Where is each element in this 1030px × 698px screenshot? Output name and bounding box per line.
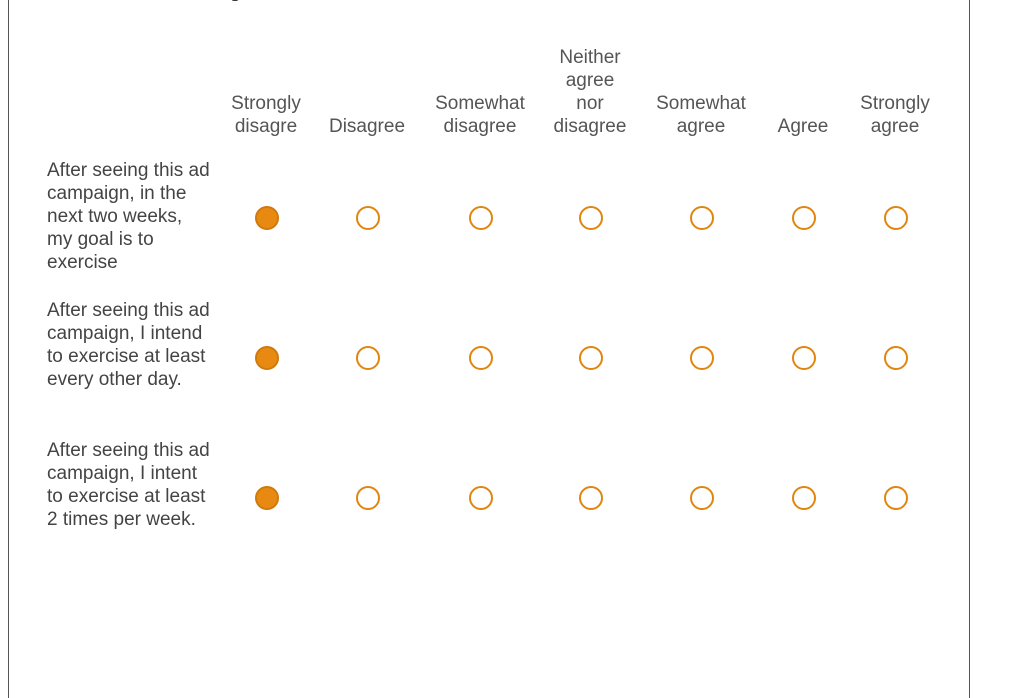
radio-disagree[interactable] (356, 346, 380, 370)
col-header-strongly-agree: Strongly agree (860, 93, 930, 137)
matrix-row: After seeing this ad campaign, in the ne… (9, 158, 971, 278)
col-header-agree: Agree (777, 116, 829, 137)
scale-header: Strongly disagre Disagree Somewhat disag… (9, 38, 971, 138)
radio-somewhat-agree[interactable] (690, 206, 714, 230)
radio-agree[interactable] (792, 486, 816, 510)
col-header-disagree: Disagree (328, 116, 406, 137)
radio-somewhat-disagree[interactable] (469, 346, 493, 370)
radio-agree[interactable] (792, 346, 816, 370)
radio-neither[interactable] (579, 346, 603, 370)
radio-strongly-agree[interactable] (884, 206, 908, 230)
question-title-fragment (231, 0, 239, 1)
matrix-row: After seeing this ad campaign, I intend … (9, 298, 971, 418)
matrix-row: After seeing this ad campaign, I intent … (9, 438, 971, 558)
radio-somewhat-disagree[interactable] (469, 206, 493, 230)
radio-strongly-disagree[interactable] (255, 486, 279, 510)
survey-question-frame: Strongly disagre Disagree Somewhat disag… (8, 0, 970, 698)
col-header-strongly-disagree: Strongly disagre (231, 93, 301, 137)
radio-agree[interactable] (792, 206, 816, 230)
col-header-somewhat-agree: Somewhat agree (656, 93, 746, 137)
statement-label: After seeing this ad campaign, I intend … (47, 300, 210, 390)
radio-strongly-disagree[interactable] (255, 206, 279, 230)
radio-somewhat-agree[interactable] (690, 486, 714, 510)
col-header-neither: Neither agree nor disagree (553, 47, 627, 137)
col-header-somewhat-disagree: Somewhat disagree (435, 93, 525, 137)
radio-disagree[interactable] (356, 206, 380, 230)
radio-strongly-agree[interactable] (884, 346, 908, 370)
radio-neither[interactable] (579, 486, 603, 510)
radio-strongly-disagree[interactable] (255, 346, 279, 370)
statement-label: After seeing this ad campaign, I intent … (47, 440, 210, 530)
radio-disagree[interactable] (356, 486, 380, 510)
radio-neither[interactable] (579, 206, 603, 230)
statement-label: After seeing this ad campaign, in the ne… (47, 160, 210, 273)
radio-strongly-agree[interactable] (884, 486, 908, 510)
radio-somewhat-agree[interactable] (690, 346, 714, 370)
radio-somewhat-disagree[interactable] (469, 486, 493, 510)
